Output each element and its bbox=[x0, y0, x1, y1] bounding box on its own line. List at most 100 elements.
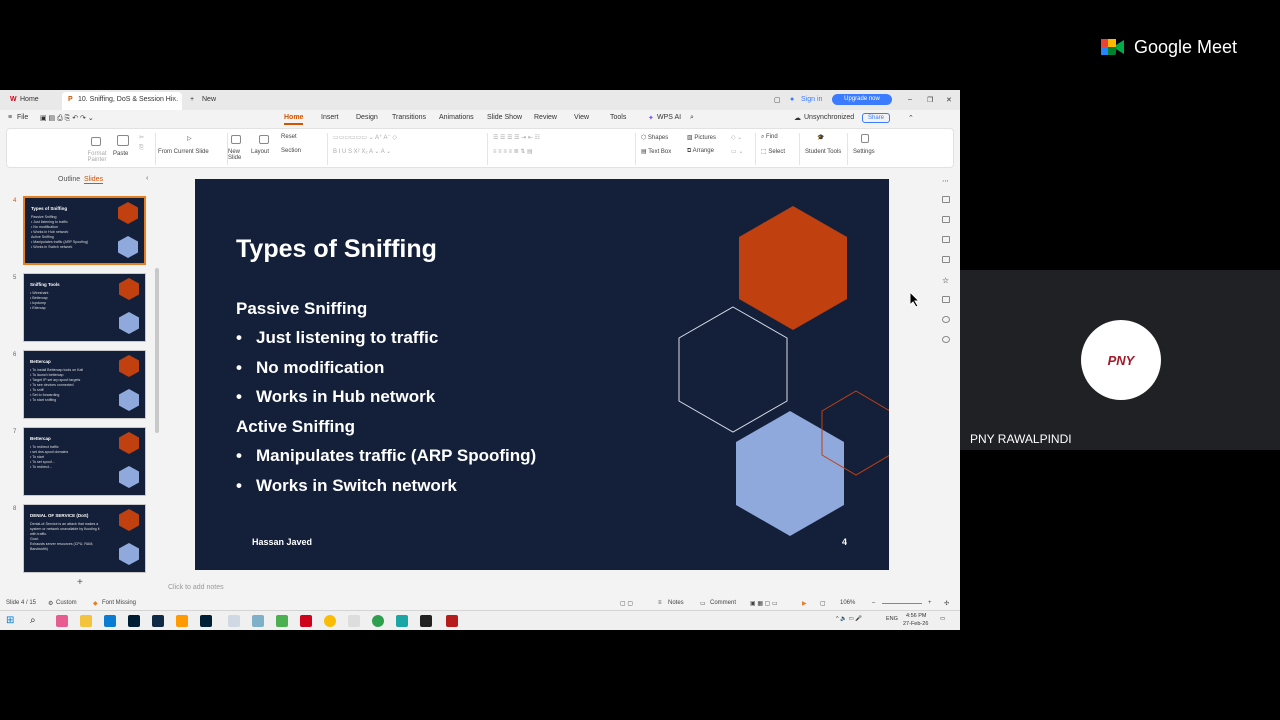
app-icon[interactable] bbox=[396, 615, 408, 627]
minimize-icon[interactable]: – bbox=[908, 96, 912, 103]
edge-icon[interactable] bbox=[104, 615, 116, 627]
toolbar-quick-icons[interactable]: ▣ ▤ ⎙ ⎘ ↶ ↷ ⌄ bbox=[40, 114, 94, 123]
menu-file[interactable]: File bbox=[17, 114, 28, 121]
font-missing[interactable]: Font Missing bbox=[102, 600, 136, 606]
history-icon[interactable] bbox=[942, 316, 950, 323]
fill-icon[interactable]: ◇ ⌄ bbox=[731, 134, 742, 141]
comment-button[interactable]: Comment bbox=[710, 600, 736, 606]
document-tab[interactable]: P 10. Sniffing, DoS & Session Hi... × bbox=[62, 92, 182, 110]
font-family-select[interactable]: ▭▭▭▭▭▭ ⌄ A⁺ A⁻ ◇ bbox=[333, 134, 397, 141]
reset-button[interactable]: Reset bbox=[281, 134, 297, 140]
collapse-ribbon-icon[interactable]: ⌃ bbox=[908, 114, 914, 122]
upgrade-button[interactable]: Upgrade now bbox=[832, 94, 892, 105]
help-icon[interactable] bbox=[942, 336, 950, 343]
menu-design[interactable]: Design bbox=[356, 114, 378, 121]
window-layout-icon[interactable]: ▢ bbox=[774, 96, 781, 104]
collapse-panel-icon[interactable]: ‹ bbox=[146, 175, 148, 182]
menu-transitions[interactable]: Transitions bbox=[392, 114, 426, 121]
font-style-buttons[interactable]: B I U S X² X₂ A ⌄ A ⌄ bbox=[333, 148, 391, 155]
copy-icon[interactable]: ⎘ bbox=[139, 145, 144, 152]
layout-icon[interactable] bbox=[259, 135, 269, 144]
settings-button[interactable]: Settings bbox=[853, 149, 875, 155]
view-icons[interactable]: ▢ ▢ bbox=[620, 600, 633, 607]
copilot-icon[interactable] bbox=[56, 615, 68, 627]
new-tab-icon[interactable]: + bbox=[190, 96, 194, 103]
menu-review[interactable]: Review bbox=[534, 114, 557, 121]
slide-thumbnail-6[interactable]: Bettercap • To install Bettercap tools o… bbox=[23, 350, 146, 419]
new-slide-icon[interactable] bbox=[231, 135, 241, 144]
outline-icon[interactable]: ▭ ⌄ bbox=[731, 148, 743, 155]
custom-theme[interactable]: Custom bbox=[56, 600, 77, 606]
zoom-in-icon[interactable]: + bbox=[928, 600, 932, 606]
more-icon[interactable]: ⋯ bbox=[942, 177, 950, 185]
language-indicator[interactable]: ENG bbox=[886, 616, 898, 622]
app-icon[interactable] bbox=[228, 615, 240, 627]
search-icon[interactable]: ⌕ bbox=[690, 114, 694, 122]
format-painter-icon[interactable] bbox=[91, 137, 101, 146]
student-tools-button[interactable]: Student Tools bbox=[805, 149, 841, 155]
tray-icons[interactable]: ^ 🔈 ▭ 🎤 bbox=[836, 616, 862, 622]
clock-date[interactable]: 27-Feb-26 bbox=[903, 621, 928, 627]
photoshop-icon[interactable] bbox=[128, 615, 140, 627]
home-tab[interactable]: Home bbox=[20, 96, 39, 103]
new-tab-label[interactable]: New bbox=[202, 96, 216, 103]
menu-tools[interactable]: Tools bbox=[610, 114, 626, 121]
notes-button[interactable]: Notes bbox=[668, 600, 684, 606]
torrent-icon[interactable] bbox=[372, 615, 384, 627]
tool-icon[interactable] bbox=[942, 216, 950, 223]
chrome-icon[interactable] bbox=[324, 615, 336, 627]
fit-icon[interactable]: ✣ bbox=[944, 600, 949, 607]
windows-start-icon[interactable]: ⊞ bbox=[6, 615, 18, 627]
slide-thumbnail-5[interactable]: Sniffing Tools • Wireshark • Bettercap •… bbox=[23, 273, 146, 342]
align-buttons[interactable]: ≡ ≡ ≡ ≡ ≣ ⇅ ▤ bbox=[493, 148, 533, 155]
clock-time[interactable]: 4:56 PM bbox=[906, 613, 926, 619]
select-button[interactable]: ⬚ Select bbox=[761, 148, 785, 155]
photoshop-icon[interactable] bbox=[200, 615, 212, 627]
panel-scrollbar[interactable] bbox=[155, 268, 159, 433]
zoom-level[interactable]: 106% bbox=[840, 600, 855, 606]
slide-canvas[interactable]: Types of Sniffing Passive Sniffing • Just… bbox=[195, 179, 889, 570]
paste-button[interactable]: Paste bbox=[113, 151, 128, 157]
cut-icon[interactable]: ✂ bbox=[139, 134, 144, 141]
from-current-slide-button[interactable]: From Current Slide bbox=[158, 149, 209, 155]
view-mode-icons[interactable]: ▣ ▦ ▢ ▭ bbox=[750, 600, 778, 607]
share-button[interactable]: Share bbox=[862, 113, 890, 123]
maximize-icon[interactable]: ❐ bbox=[927, 96, 933, 104]
app-icon[interactable] bbox=[276, 615, 288, 627]
app-icon[interactable] bbox=[252, 615, 264, 627]
slide-thumbnail-4[interactable]: Types of Sniffing Passive Sniffing • Jus… bbox=[23, 196, 146, 265]
find-button[interactable]: ⌕ Find bbox=[761, 134, 778, 141]
paste-icon[interactable] bbox=[117, 135, 129, 146]
terminal-icon[interactable] bbox=[420, 615, 432, 627]
tool-icon[interactable] bbox=[942, 196, 950, 203]
app-icon[interactable] bbox=[446, 615, 458, 627]
outline-tab[interactable]: Outline bbox=[58, 176, 80, 183]
settings-icon[interactable] bbox=[861, 134, 869, 143]
notifications-icon[interactable]: ▭ bbox=[940, 616, 945, 622]
format-painter-button[interactable]: Format Painter bbox=[85, 151, 109, 163]
illustrator-icon[interactable] bbox=[176, 615, 188, 627]
student-tools-icon[interactable]: 🎓 bbox=[817, 134, 824, 141]
wps-office-icon[interactable] bbox=[300, 615, 312, 627]
slide-thumbnail-8[interactable]: DENIAL OF SERVICE (DoS) Denial-of-Servic… bbox=[23, 504, 146, 573]
add-slide-button[interactable]: + bbox=[77, 577, 83, 588]
star-icon[interactable]: ☆ bbox=[942, 276, 950, 285]
play-icon[interactable]: ▷ bbox=[187, 135, 192, 142]
notes-area[interactable]: Click to add notes bbox=[168, 584, 224, 591]
menu-view[interactable]: View bbox=[574, 114, 589, 121]
zoom-slider[interactable] bbox=[882, 603, 922, 604]
menu-animations[interactable]: Animations bbox=[439, 114, 474, 121]
menu-wps-ai[interactable]: WPS AI bbox=[657, 114, 681, 121]
text-box-button[interactable]: ▤ Text Box bbox=[641, 148, 671, 155]
file-explorer-icon[interactable] bbox=[80, 615, 92, 627]
app-icon[interactable] bbox=[348, 615, 360, 627]
zoom-out-icon[interactable]: – bbox=[872, 600, 875, 606]
new-slide-button[interactable]: New Slide bbox=[228, 149, 244, 161]
tool-icon[interactable] bbox=[942, 236, 950, 243]
lightroom-icon[interactable] bbox=[152, 615, 164, 627]
tool-icon[interactable] bbox=[942, 296, 950, 303]
search-icon[interactable]: ⌕ bbox=[30, 615, 42, 627]
layout-button[interactable]: Layout bbox=[251, 149, 269, 155]
pictures-button[interactable]: ▨ Pictures bbox=[687, 134, 716, 141]
close-tab-icon[interactable]: × bbox=[172, 96, 176, 103]
